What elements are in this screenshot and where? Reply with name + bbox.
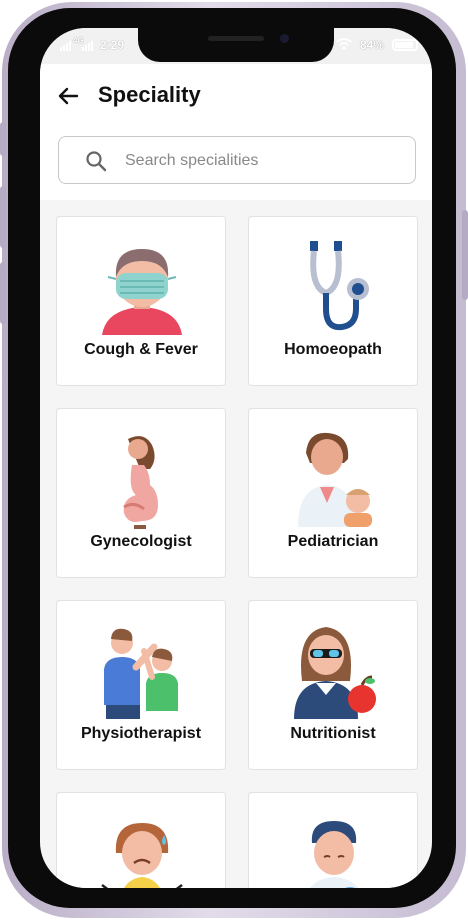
notch bbox=[138, 28, 334, 62]
stethoscope-icon bbox=[310, 241, 369, 331]
mute-switch bbox=[0, 122, 6, 156]
speciality-label: Homoeopath bbox=[284, 341, 382, 358]
search-section bbox=[40, 132, 432, 200]
speciality-label: Pediatrician bbox=[287, 533, 379, 550]
speciality-label: Cough & Fever bbox=[84, 341, 198, 358]
page-title: Speciality bbox=[98, 82, 201, 107]
screen: 4G 2:29 84% Speciality Search specialiti… bbox=[40, 28, 432, 888]
camera-icon bbox=[280, 34, 289, 43]
nutritionist-with-apple-icon bbox=[294, 627, 376, 719]
speciality-label: Nutritionist bbox=[290, 725, 376, 742]
speciality-card-8[interactable] bbox=[248, 792, 418, 888]
status-time: 2:29 bbox=[100, 38, 125, 52]
search-box[interactable] bbox=[58, 136, 416, 184]
search-input[interactable] bbox=[123, 149, 397, 173]
speciality-card-physiotherapist[interactable]: Physiotherapist bbox=[56, 600, 226, 770]
app-header: Speciality bbox=[40, 64, 432, 132]
doctor-icon bbox=[309, 821, 359, 888]
wifi-icon bbox=[336, 38, 352, 50]
volume-down-button bbox=[0, 262, 6, 324]
speciality-card-gynecologist[interactable]: Gynecologist bbox=[56, 408, 226, 578]
speciality-card-cough-fever[interactable]: Cough & Fever bbox=[56, 216, 226, 386]
pregnant-woman-icon bbox=[123, 436, 158, 529]
speciality-label: Physiotherapist bbox=[80, 725, 202, 742]
speciality-card-homoeopath[interactable]: Homoeopath bbox=[248, 216, 418, 386]
speciality-grid: Cough & Fever Homoeopath Gynecologist Pe… bbox=[40, 200, 432, 888]
network-type: 4G bbox=[73, 36, 84, 45]
speciality-card-pediatrician[interactable]: Pediatrician bbox=[248, 408, 418, 578]
speciality-card-7[interactable] bbox=[56, 792, 226, 888]
battery-icon bbox=[392, 39, 418, 51]
search-icon bbox=[86, 151, 107, 172]
doctor-with-baby-icon bbox=[298, 432, 372, 527]
anxious-person-icon bbox=[101, 823, 183, 888]
battery-percent: 84% bbox=[359, 38, 384, 52]
masked-person-icon bbox=[102, 249, 182, 335]
speaker-grille bbox=[208, 36, 264, 41]
power-button bbox=[462, 210, 468, 300]
speciality-label: Gynecologist bbox=[90, 533, 192, 550]
volume-up-button bbox=[0, 186, 6, 248]
back-arrow-icon[interactable] bbox=[56, 84, 80, 108]
physiotherapy-icon bbox=[104, 628, 178, 719]
speciality-card-nutritionist[interactable]: Nutritionist bbox=[248, 600, 418, 770]
